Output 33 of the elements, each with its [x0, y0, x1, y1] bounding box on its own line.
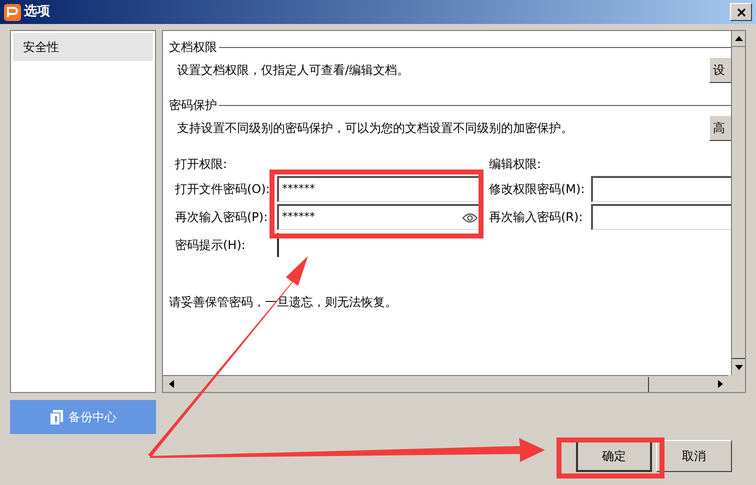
- warning-note: 请妥善保管密码，一旦遗忘，则无法恢复。: [169, 294, 398, 311]
- section-title: 密码保护: [169, 97, 217, 114]
- section-button[interactable]: 设: [709, 57, 731, 83]
- field-label: 密码提示(H):: [175, 237, 246, 254]
- field-label: 再次输入密码(R):: [489, 209, 584, 226]
- password-field[interactable]: [591, 176, 731, 202]
- close-button[interactable]: [730, 3, 752, 21]
- vertical-scrollbar[interactable]: [731, 31, 745, 375]
- sidebar-item[interactable]: 安全性: [13, 33, 153, 61]
- scroll-up-icon[interactable]: [734, 36, 742, 41]
- field-label: 修改权限密码(M):: [489, 181, 586, 198]
- section-description: 支持设置不同级别的密码保护，可以为您的文档设置不同级别的加密保护。: [176, 120, 574, 137]
- dialog-button[interactable]: 确定: [576, 440, 652, 472]
- scroll-left-icon[interactable]: [168, 380, 174, 388]
- dialog-button[interactable]: 取消: [656, 440, 732, 472]
- password-field[interactable]: ******: [277, 204, 481, 230]
- group-heading: 编辑权限:: [489, 156, 542, 173]
- scroll-right-icon[interactable]: [718, 380, 722, 388]
- app-logo-icon: [4, 4, 21, 20]
- horizontal-scrollbar[interactable]: [163, 375, 728, 392]
- field-label: 再次输入密码(P):: [175, 209, 269, 226]
- section-title: 文档权限: [169, 39, 217, 56]
- eye-icon[interactable]: [462, 212, 478, 222]
- section-button[interactable]: 高: [709, 115, 731, 141]
- field-label: 打开文件密码(O):: [175, 181, 271, 198]
- password-field[interactable]: [591, 204, 731, 230]
- group-heading: 打开权限:: [175, 156, 228, 173]
- password-field[interactable]: ******: [277, 176, 481, 202]
- window-title: 选项: [24, 3, 50, 22]
- document-icon: [50, 410, 62, 424]
- close-icon: [736, 8, 746, 16]
- scroll-down-icon[interactable]: [734, 364, 742, 370]
- section-description: 设置文档权限，仅指定人可查看/编辑文档。: [176, 62, 410, 79]
